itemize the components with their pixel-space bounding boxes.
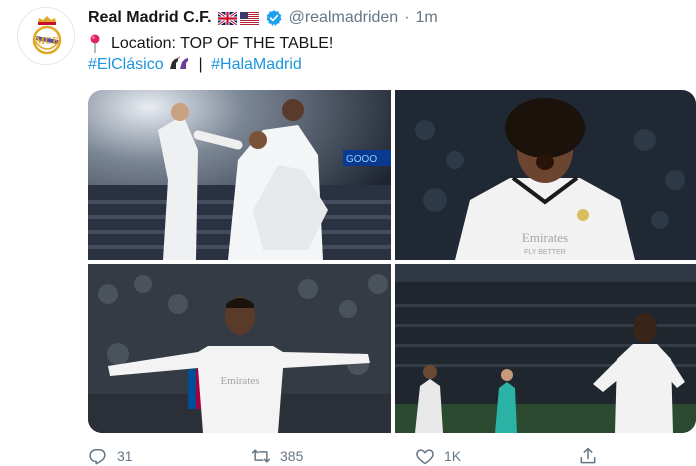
- real-madrid-crest-icon: MCF: [18, 8, 74, 64]
- tweet-actions: 31 385 1K: [88, 446, 696, 466]
- reply-count: 31: [117, 448, 133, 464]
- hashflag-horse-icon: [170, 56, 189, 69]
- time-separator: ·: [404, 9, 410, 26]
- hashtag-divider: |: [198, 56, 203, 73]
- photo-mariano-arms-wide[interactable]: Emirates: [88, 264, 391, 433]
- like-count: 1K: [444, 448, 462, 464]
- hashtag-halamadrid[interactable]: #HalaMadrid: [211, 56, 302, 73]
- author-handle[interactable]: @realmadriden: [289, 9, 399, 27]
- like-button[interactable]: 1K: [415, 446, 461, 466]
- share-button[interactable]: [578, 446, 607, 466]
- verified-badge-icon: [266, 10, 282, 26]
- round-pushpin-icon: [90, 34, 100, 53]
- shirt-sponsor-text: Emirates: [522, 230, 568, 245]
- svg-text:Emirates: Emirates: [220, 375, 259, 387]
- photo-vinicius-celebration[interactable]: [395, 264, 696, 433]
- reply-button[interactable]: 31: [88, 446, 133, 466]
- tweet-text-line-hashtags: #ElClásico | #HalaMadrid: [88, 56, 302, 74]
- share-icon: [580, 447, 596, 464]
- retweet-button[interactable]: 385: [251, 446, 303, 466]
- media-grid: GOOO Emirates FLY BETTER Emirates: [88, 90, 696, 433]
- uk-flag-icon: [217, 11, 237, 25]
- retweet-count: 385: [280, 448, 304, 464]
- heart-icon: [416, 449, 434, 465]
- hashtag-elclasico[interactable]: #ElClásico: [88, 56, 164, 73]
- tweet-header: Real Madrid C.F. @realmadriden · 1m: [88, 7, 438, 29]
- mariano-arms-wide-photo-icon: Emirates: [88, 264, 391, 433]
- photo-celebration-group[interactable]: GOOO: [88, 90, 391, 260]
- photo-marcelo-shout[interactable]: Emirates FLY BETTER: [395, 90, 696, 260]
- location-text: Location: TOP OF THE TABLE!: [111, 35, 334, 52]
- retweet-icon: [251, 449, 271, 463]
- reply-icon: [89, 449, 106, 465]
- us-flag-icon: [239, 11, 259, 25]
- vinicius-celebration-photo-icon: [395, 264, 696, 433]
- svg-text:GOOO: GOOO: [346, 154, 377, 165]
- avatar[interactable]: MCF: [17, 7, 75, 65]
- celebration-group-photo-icon: GOOO: [88, 90, 391, 260]
- tweet-text-line-location: Location: TOP OF THE TABLE!: [88, 34, 333, 54]
- shirt-tagline-text: FLY BETTER: [524, 249, 566, 256]
- tweet-timestamp[interactable]: 1m: [416, 9, 438, 27]
- marcelo-shout-photo-icon: Emirates FLY BETTER: [395, 90, 696, 260]
- author-name[interactable]: Real Madrid C.F.: [88, 9, 212, 27]
